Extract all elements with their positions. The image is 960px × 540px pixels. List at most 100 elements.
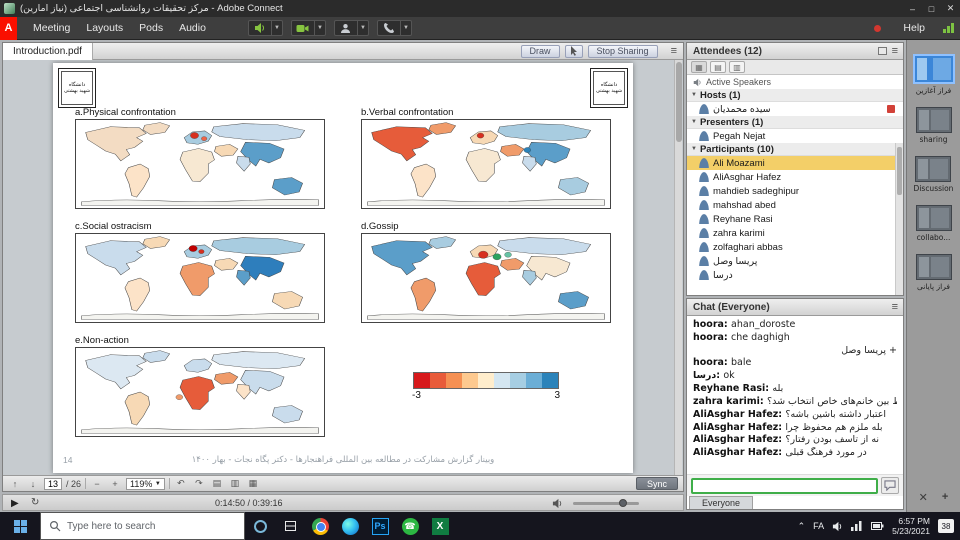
attendee-row[interactable]: AliAsghar Hafez (687, 170, 903, 184)
layout-item[interactable]: Discussion (914, 156, 954, 193)
attendee-group-header[interactable]: ▼Participants (10) (687, 143, 903, 156)
attendee-row[interactable]: mahdieb sadeghipur (687, 184, 903, 198)
volume-icon[interactable] (552, 498, 563, 512)
send-message-button[interactable] (881, 477, 899, 494)
pdf-scrollbar[interactable] (674, 60, 682, 475)
attendee-row[interactable]: zolfaghari abbas (687, 240, 903, 254)
edge-taskbar-button[interactable] (335, 512, 365, 540)
share-pod-options-icon[interactable]: ≡ (671, 45, 677, 57)
status-dropdown[interactable]: ▼ (358, 20, 369, 36)
menu-help[interactable]: Help (903, 22, 925, 34)
close-layout-icon[interactable]: ✕ (919, 491, 928, 504)
attendees-scrollbar-thumb[interactable] (897, 147, 902, 195)
adobe-logo[interactable]: A (0, 17, 17, 40)
volume-slider[interactable] (573, 502, 639, 505)
whatsapp-taskbar-button[interactable]: ☎ (395, 512, 425, 540)
replay-icon[interactable]: ↻ (31, 497, 39, 508)
layout-thumbnail[interactable] (916, 254, 952, 280)
webcam-button[interactable] (291, 20, 315, 36)
status-button[interactable] (334, 20, 358, 36)
rotate-right-icon[interactable]: ↷ (192, 478, 206, 489)
layout-thumbnail[interactable] (916, 107, 952, 133)
close-button[interactable]: ✕ (941, 0, 960, 17)
tray-expand-icon[interactable]: ⌃ (798, 521, 806, 532)
share-document-tab[interactable]: Introduction.pdf (3, 43, 93, 60)
menu-meeting[interactable]: Meeting (25, 22, 78, 34)
clock[interactable]: 6:57 PM 5/23/2021 (892, 516, 930, 536)
collapse-triangle-icon: ▼ (691, 119, 697, 125)
attendee-view-button-1[interactable]: ▦ (691, 61, 707, 73)
attendee-row[interactable]: zahra karimi (687, 226, 903, 240)
notification-center-button[interactable]: 38 (938, 519, 954, 533)
excel-taskbar-button[interactable]: X (425, 512, 455, 540)
volume-slider-thumb[interactable] (619, 499, 627, 507)
stop-sharing-button[interactable]: Stop Sharing (588, 45, 658, 58)
tray-network-icon[interactable] (851, 521, 863, 531)
maximize-button[interactable]: □ (922, 0, 941, 17)
tray-volume-icon[interactable] (832, 521, 843, 532)
phone-dropdown[interactable]: ▼ (401, 20, 412, 36)
grid-view-icon[interactable]: ▦ (246, 478, 260, 489)
menu-layouts[interactable]: Layouts (78, 22, 131, 34)
draw-button[interactable]: Draw (521, 45, 560, 58)
taskbar-search[interactable]: Type here to search (40, 512, 245, 540)
tray-battery-icon[interactable] (871, 522, 884, 530)
chat-tab-everyone[interactable]: Everyone (689, 496, 753, 509)
attendee-view-button-3[interactable]: ▥ (729, 61, 745, 73)
chat-pod-options-icon[interactable]: ≡ (892, 301, 898, 313)
map-panel-label: b.Verbal confrontation (361, 107, 611, 119)
menu-pods[interactable]: Pods (131, 22, 171, 34)
chat-text: نه از تاسف بودن رفتار؟ (785, 434, 879, 445)
chat-input[interactable] (691, 478, 878, 494)
fit-page-icon[interactable]: ▤ (210, 478, 224, 489)
chrome-taskbar-button[interactable] (305, 512, 335, 540)
language-indicator[interactable]: FA (813, 521, 824, 531)
attendee-row[interactable]: پریسا وصل (687, 254, 903, 268)
cortana-button[interactable] (245, 512, 275, 540)
sync-button[interactable]: Sync (636, 477, 678, 490)
zoom-out-button[interactable]: − (90, 479, 104, 489)
attendee-group-header[interactable]: ▼Hosts (1) (687, 89, 903, 102)
zoom-level-select[interactable]: 119% ▼ (126, 478, 165, 490)
add-layout-icon[interactable]: + (942, 491, 948, 504)
layout-thumbnail[interactable] (913, 54, 955, 84)
attendee-view-button-2[interactable]: ▤ (710, 61, 726, 73)
pointer-button[interactable] (565, 45, 583, 58)
fit-width-icon[interactable]: ▥ (228, 478, 242, 489)
attendees-scrollbar[interactable] (895, 143, 903, 295)
play-button[interactable]: ▶ (11, 498, 19, 509)
attendee-row[interactable]: Pegah Nejat (687, 129, 903, 143)
speaker-button[interactable] (248, 20, 272, 36)
chat-message: AliAsghar Hafez: اعتبار داشته باشین باشه… (693, 409, 897, 422)
whatsapp-icon: ☎ (402, 518, 419, 535)
rotate-left-icon[interactable]: ↶ (174, 478, 188, 489)
layout-item[interactable]: فراز آغازین (913, 54, 955, 95)
attendee-row[interactable]: Reyhane Rasi (687, 212, 903, 226)
minimize-button[interactable]: – (903, 0, 922, 17)
start-button[interactable] (0, 512, 40, 540)
task-view-button[interactable] (275, 512, 305, 540)
layout-item[interactable]: collabo... (916, 205, 952, 242)
page-down-button[interactable]: ↓ (26, 479, 40, 489)
zoom-in-button[interactable]: + (108, 479, 122, 489)
webcam-dropdown[interactable]: ▼ (315, 20, 326, 36)
attendees-pod-options-icon[interactable]: ≡ (892, 45, 898, 57)
connection-status-icon[interactable] (943, 23, 954, 33)
page-up-button[interactable]: ↑ (8, 479, 22, 489)
phone-button[interactable] (377, 20, 401, 36)
menu-audio[interactable]: Audio (171, 22, 214, 34)
attendee-row[interactable]: سیده محمدیان (687, 102, 903, 116)
layout-thumbnail[interactable] (916, 205, 952, 231)
photoshop-taskbar-button[interactable]: Ps (365, 512, 395, 540)
attendee-row[interactable]: Ali Moazami (687, 156, 903, 170)
pdf-scrollbar-thumb[interactable] (676, 62, 682, 142)
page-number-input[interactable] (44, 478, 62, 490)
attendee-row[interactable]: درسا (687, 268, 903, 282)
layout-item[interactable]: sharing (916, 107, 952, 144)
speaker-dropdown[interactable]: ▼ (272, 20, 283, 36)
pod-resize-icon[interactable] (878, 47, 887, 55)
layout-item[interactable]: فراز پایانی (916, 254, 952, 291)
attendee-group-header[interactable]: ▼Presenters (1) (687, 116, 903, 129)
attendee-row[interactable]: mahshad abed (687, 198, 903, 212)
layout-thumbnail[interactable] (915, 156, 951, 182)
